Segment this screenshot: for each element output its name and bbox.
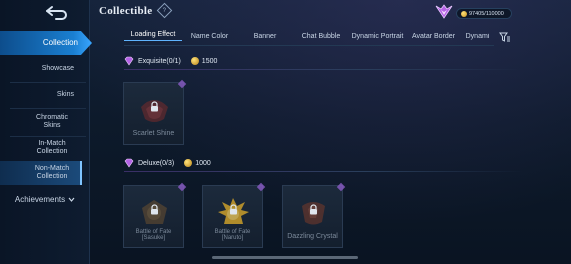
sidebar-item-label: Non-Match Collection	[34, 164, 70, 180]
coin-icon	[184, 159, 193, 167]
section-cost: 1500	[190, 57, 218, 65]
collectible-card[interactable]: Battle of Fate [Sasuke]	[123, 182, 187, 248]
sidebar-item-label: In-Match Collection	[36, 139, 68, 155]
tab-name-color[interactable]: Name Color	[182, 33, 237, 40]
lock-icon	[151, 101, 158, 112]
tab-loading-effect[interactable]: Loading Effect	[124, 31, 182, 41]
achievements-label: Achievements	[14, 194, 66, 204]
collectible-card[interactable]: Scarlet Shine	[123, 79, 187, 145]
card-name-line1: Battle of Fate	[214, 228, 251, 235]
achievements-menu[interactable]: Achievements	[0, 191, 90, 207]
tab-label: Loading Effect	[130, 31, 176, 38]
sidebar-item-collection[interactable]: Collection	[0, 31, 92, 55]
card-name: Scarlet Shine	[132, 130, 175, 138]
sidebar-divider	[10, 108, 86, 109]
currency-bar: 97405/110000	[456, 8, 512, 19]
tab-label: Dynamic Portrait	[351, 32, 404, 40]
sidebar-divider	[10, 136, 86, 137]
section-cost-value: 1500	[201, 57, 218, 65]
tabs-underline	[124, 45, 494, 46]
card-name-line2: [Sasuke]	[141, 235, 166, 242]
sidebar-item-chromatic-skins[interactable]: Chromatic Skins	[0, 111, 86, 133]
chevron-down-icon	[68, 197, 75, 202]
help-icon: ?	[162, 7, 167, 14]
section-header-deluxe: Deluxe(0/3) 1000	[124, 156, 211, 170]
currency-value: 97405/110000	[469, 10, 504, 17]
sidebar-item-non-match-collection[interactable]: Non-Match Collection	[0, 161, 82, 185]
coin-icon	[461, 10, 467, 17]
section-header-exquisite: Exquisite(0/1) 1500	[124, 54, 217, 68]
tab-avatar-border[interactable]: Avatar Border	[406, 33, 461, 40]
sidebar-item-skins[interactable]: Skins	[0, 88, 88, 102]
lock-icon	[230, 204, 237, 215]
sidebar-item-in-match-collection[interactable]: In-Match Collection	[0, 138, 86, 158]
collectible-card[interactable]: Dazzling Crystal	[282, 182, 346, 248]
gem-emblem-icon	[435, 4, 453, 19]
sidebar-item-label: Showcase	[41, 64, 74, 72]
section-cost: 1000	[184, 159, 211, 167]
tab-dynamic-portrait[interactable]: Dynamic Portrait	[349, 33, 406, 40]
gem-icon	[124, 158, 134, 168]
home-indicator[interactable]	[212, 256, 358, 259]
sidebar: Collection Showcase Skins Chromatic Skin…	[0, 0, 92, 264]
sidebar-divider	[10, 82, 86, 83]
coin-icon	[190, 57, 199, 65]
sidebar-item-label: Chromatic Skins	[36, 113, 68, 129]
sidebar-item-label: Collection	[42, 38, 78, 48]
card-name-line2: [Naruto]	[221, 235, 244, 242]
back-arrow-icon	[46, 6, 67, 20]
tab-label: Avatar Border	[411, 32, 456, 40]
page-title: Collectible	[99, 5, 153, 17]
tab-chat-bubble[interactable]: Chat Bubble	[293, 33, 349, 40]
card-name: Battle of Fate [Sasuke]	[124, 229, 183, 242]
category-tabs: Loading Effect Name Color Banner Chat Bu…	[124, 28, 494, 44]
back-button[interactable]	[40, 3, 74, 21]
collectible-card[interactable]: Battle of Fate [Naruto]	[202, 182, 266, 248]
tab-dynamic[interactable]: Dynami	[461, 33, 494, 40]
tab-banner[interactable]: Banner	[237, 33, 293, 40]
section-cost-value: 1000	[195, 159, 211, 167]
section-title: Exquisite(0/1)	[138, 57, 181, 65]
section-divider	[124, 171, 524, 172]
lock-icon	[151, 204, 158, 215]
card-name-line1: Battle of Fate	[135, 228, 172, 235]
gem-icon	[124, 56, 134, 66]
sidebar-item-label: Skins	[56, 90, 74, 98]
currency-display: 97405/110000	[434, 4, 512, 20]
section-divider	[124, 69, 524, 70]
section-title: Deluxe(0/3)	[138, 159, 175, 167]
card-name: Dazzling Crystal	[287, 233, 338, 241]
tab-label: Banner	[253, 32, 277, 40]
tab-label: Name Color	[190, 32, 229, 40]
tab-label: Dynami	[465, 32, 490, 40]
tab-label: Chat Bubble	[301, 32, 341, 40]
card-name: Battle of Fate [Naruto]	[203, 229, 262, 242]
sidebar-item-showcase[interactable]: Showcase	[0, 62, 88, 76]
lock-icon	[310, 204, 317, 215]
filter-icon[interactable]	[499, 31, 511, 43]
